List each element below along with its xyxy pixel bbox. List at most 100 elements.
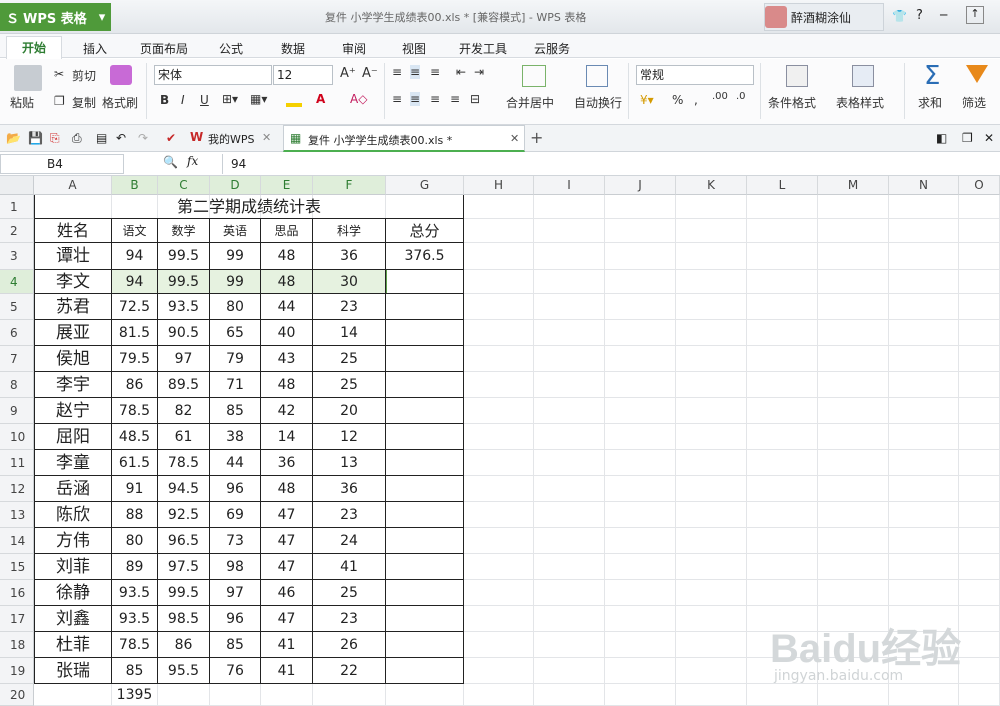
cell[interactable]	[747, 372, 818, 398]
row-header-17[interactable]: 17	[0, 606, 34, 632]
score-cell[interactable]: 38	[210, 424, 261, 450]
cell[interactable]	[676, 346, 747, 372]
score-cell[interactable]: 99	[210, 243, 261, 270]
score-cell[interactable]: 25	[313, 346, 386, 372]
student-name-cell[interactable]: 刘鑫	[34, 606, 112, 632]
score-cell[interactable]	[386, 346, 464, 372]
increase-decimal-icon[interactable]: .00	[712, 91, 728, 102]
student-name-cell[interactable]: 方伟	[34, 528, 112, 554]
cell[interactable]	[818, 424, 889, 450]
cell[interactable]	[747, 554, 818, 580]
score-cell[interactable]: 376.5	[386, 243, 464, 270]
header-cell[interactable]: 思品	[261, 219, 313, 243]
student-name-cell[interactable]: 苏君	[34, 294, 112, 320]
cell[interactable]	[534, 372, 605, 398]
cell[interactable]	[464, 658, 534, 684]
score-cell[interactable]	[386, 580, 464, 606]
cell[interactable]	[261, 684, 313, 706]
score-cell[interactable]: 88	[112, 502, 158, 528]
cell[interactable]	[534, 554, 605, 580]
student-name-cell[interactable]: 徐静	[34, 580, 112, 606]
cell[interactable]	[676, 320, 747, 346]
cell[interactable]	[464, 346, 534, 372]
cell[interactable]	[959, 294, 1000, 320]
cell[interactable]	[818, 219, 889, 243]
cell[interactable]	[464, 243, 534, 270]
score-cell[interactable]	[386, 658, 464, 684]
cell[interactable]	[534, 195, 605, 219]
font-family-select[interactable]: 宋体	[154, 65, 272, 85]
sum-result-cell[interactable]: 1395	[112, 684, 158, 706]
align-top-icon[interactable]: ≡	[392, 65, 402, 79]
cell[interactable]	[605, 372, 676, 398]
cell[interactable]	[464, 606, 534, 632]
score-cell[interactable]: 97	[210, 580, 261, 606]
cell[interactable]	[534, 270, 605, 294]
score-cell[interactable]: 98	[210, 554, 261, 580]
student-name-cell[interactable]: 屈阳	[34, 424, 112, 450]
cell[interactable]	[747, 398, 818, 424]
cell[interactable]	[959, 554, 1000, 580]
shrink-font-icon[interactable]: A⁻	[362, 66, 378, 81]
score-cell[interactable]: 80	[112, 528, 158, 554]
score-cell[interactable]: 89.5	[158, 372, 210, 398]
cell[interactable]	[959, 320, 1000, 346]
score-cell[interactable]: 41	[313, 554, 386, 580]
cell[interactable]	[818, 346, 889, 372]
align-bottom-icon[interactable]: ≡	[430, 65, 440, 79]
score-cell[interactable]: 85	[210, 398, 261, 424]
cell[interactable]	[747, 243, 818, 270]
tab-page-layout[interactable]: 页面布局	[140, 40, 188, 57]
cell[interactable]	[676, 658, 747, 684]
cell[interactable]	[534, 528, 605, 554]
font-color-icon[interactable]: A	[316, 92, 325, 106]
cell[interactable]	[534, 658, 605, 684]
score-cell[interactable]	[386, 320, 464, 346]
cell[interactable]	[464, 219, 534, 243]
cell[interactable]	[464, 320, 534, 346]
cell[interactable]	[818, 450, 889, 476]
select-all-corner[interactable]	[0, 176, 34, 195]
row-header-7[interactable]: 7	[0, 346, 34, 372]
cell[interactable]	[818, 502, 889, 528]
score-cell[interactable]	[386, 450, 464, 476]
restore-icon[interactable]: ↑	[966, 6, 984, 24]
filter-icon[interactable]	[966, 65, 988, 83]
row-header-14[interactable]: 14	[0, 528, 34, 554]
score-cell[interactable]: 69	[210, 502, 261, 528]
table-style-icon[interactable]	[852, 65, 874, 87]
score-cell[interactable]	[386, 606, 464, 632]
cell[interactable]	[676, 294, 747, 320]
cell[interactable]	[464, 502, 534, 528]
tab-home[interactable]: 开始	[6, 36, 62, 60]
align-middle-icon[interactable]: ≡	[410, 65, 421, 79]
conditional-format-button[interactable]: 条件格式	[768, 94, 816, 111]
score-cell[interactable]: 99.5	[158, 270, 210, 294]
cell[interactable]	[889, 270, 959, 294]
column-header-b[interactable]: B	[112, 176, 158, 195]
score-cell[interactable]: 13	[313, 450, 386, 476]
cell[interactable]	[818, 320, 889, 346]
row-header-10[interactable]: 10	[0, 424, 34, 450]
student-name-cell[interactable]: 杜菲	[34, 632, 112, 658]
cell[interactable]	[818, 476, 889, 502]
cell[interactable]	[534, 632, 605, 658]
cell[interactable]	[889, 294, 959, 320]
cell[interactable]	[959, 476, 1000, 502]
cell[interactable]	[464, 398, 534, 424]
cell[interactable]	[747, 270, 818, 294]
row-header-5[interactable]: 5	[0, 294, 34, 320]
score-cell[interactable]: 61	[158, 424, 210, 450]
score-cell[interactable]: 12	[313, 424, 386, 450]
score-cell[interactable]: 42	[261, 398, 313, 424]
merge-center-icon[interactable]	[522, 65, 546, 87]
tab-insert[interactable]: 插入	[83, 40, 107, 57]
cell[interactable]	[464, 372, 534, 398]
score-cell[interactable]	[386, 398, 464, 424]
score-cell[interactable]: 20	[313, 398, 386, 424]
cell[interactable]	[959, 502, 1000, 528]
window-tile-icon[interactable]: ◧	[936, 131, 947, 145]
column-header-m[interactable]: M	[818, 176, 889, 195]
score-cell[interactable]: 79	[210, 346, 261, 372]
score-cell[interactable]: 44	[210, 450, 261, 476]
